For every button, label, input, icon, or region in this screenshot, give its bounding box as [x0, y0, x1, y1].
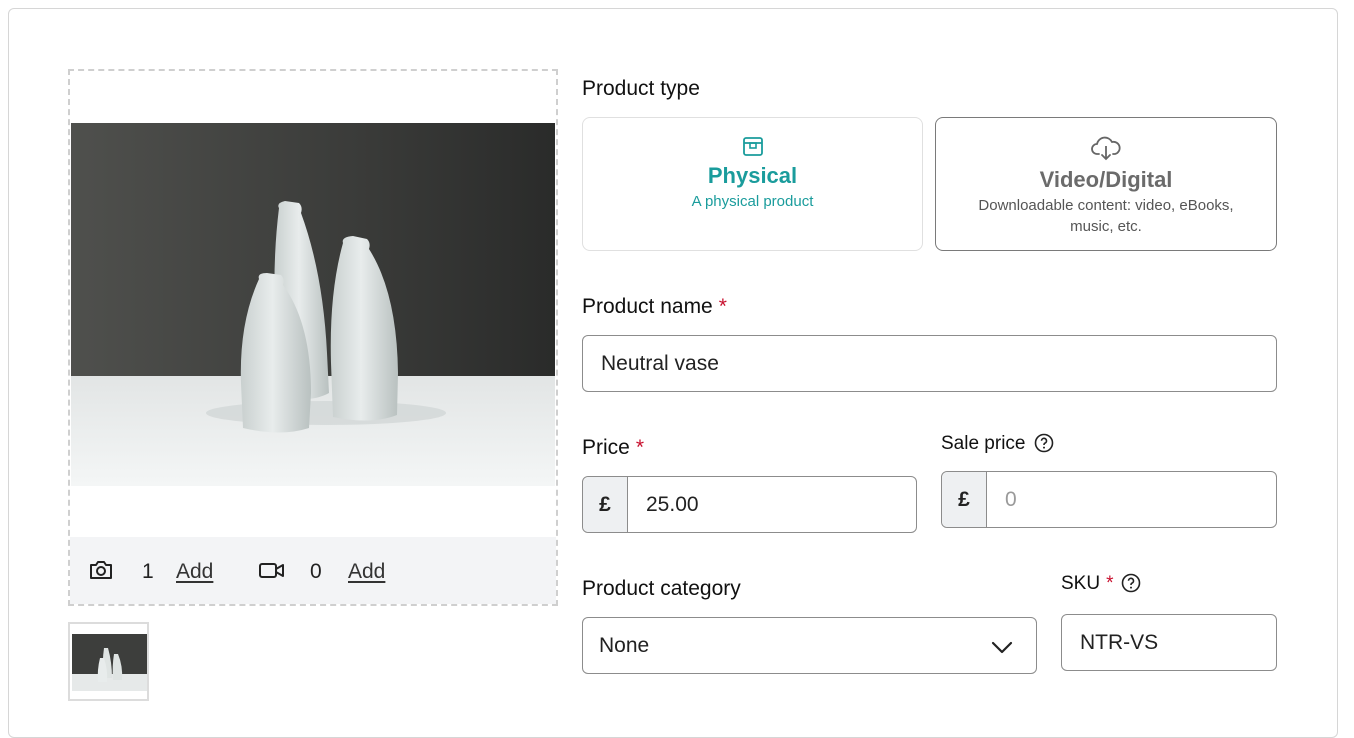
add-video-link[interactable]: Add [348, 560, 385, 584]
required-marker: * [1106, 573, 1114, 594]
sku-value: NTR-VS [1080, 630, 1159, 654]
product-type-digital-option[interactable]: Video/Digital Downloadable content: vide… [935, 117, 1277, 251]
sku-label: SKU * [1061, 573, 1141, 599]
product-name-input[interactable]: Neutral vase [582, 335, 1277, 392]
sale-price-placeholder: 0 [1005, 487, 1017, 511]
video-count: 0 [310, 560, 322, 583]
price-input[interactable]: £ 25.00 [582, 476, 917, 533]
help-icon[interactable] [1121, 573, 1141, 599]
product-type-label: Product type [582, 77, 700, 100]
sku-input[interactable]: NTR-VS [1061, 614, 1277, 671]
physical-title: Physical [707, 163, 798, 188]
sku-label-text: SKU [1061, 573, 1101, 594]
camera-icon [88, 559, 114, 586]
sale-price-label-text: Sale price [941, 433, 1026, 454]
help-icon[interactable] [1034, 433, 1054, 459]
currency-prefix: £ [583, 477, 628, 532]
currency-prefix: £ [942, 472, 987, 527]
product-name-label: Product name * [582, 295, 727, 319]
add-photo-link[interactable]: Add [176, 560, 213, 584]
box-icon [583, 134, 922, 163]
price-label: Price * [582, 436, 644, 460]
chevron-down-icon [990, 637, 1014, 661]
thumbnail-photo [72, 634, 147, 691]
digital-description: Downloadable content: video, eBooks, mus… [978, 197, 1234, 235]
product-type-physical-option[interactable]: Physical A physical product [582, 117, 923, 251]
product-category-select[interactable]: None [582, 617, 1037, 674]
product-name-value: Neutral vase [601, 351, 719, 375]
category-selected-value: None [599, 633, 650, 657]
media-toolbar: 1 Add 0 Add [70, 537, 556, 604]
media-dropzone[interactable]: 1 Add 0 Add [68, 69, 558, 606]
product-image[interactable] [71, 123, 555, 486]
required-marker: * [635, 436, 645, 459]
sale-price-label: Sale price [941, 433, 1054, 459]
physical-description: A physical product [691, 193, 814, 210]
product-name-label-text: Product name [582, 295, 713, 318]
cloud-download-icon [936, 134, 1276, 167]
video-camera-icon [258, 559, 286, 586]
required-marker: * [718, 295, 727, 318]
price-label-text: Price [582, 436, 630, 459]
photo-count: 1 [142, 560, 154, 583]
vase-photo [71, 123, 555, 486]
sale-price-input[interactable]: £ 0 [941, 471, 1277, 528]
image-thumbnail[interactable] [68, 622, 149, 701]
digital-title: Video/Digital [1039, 167, 1173, 192]
product-category-label: Product category [582, 577, 741, 600]
price-value: 25.00 [646, 492, 699, 516]
